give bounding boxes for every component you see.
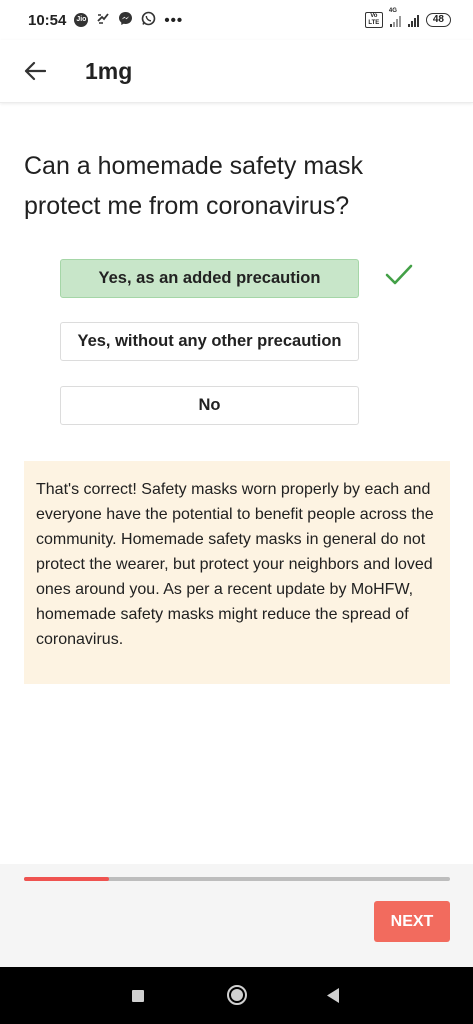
check-icon (385, 264, 413, 285)
option-label: No (198, 396, 221, 414)
data-saver-icon (96, 11, 110, 29)
messenger-icon (118, 11, 133, 30)
battery-icon: 48 (425, 13, 451, 27)
option-label: Yes, as an added precaution (98, 269, 321, 287)
jio-icon: Jio (74, 13, 89, 27)
next-button[interactable]: NEXT (374, 901, 450, 942)
status-bar: 10:54 Jio ••• Vo LTE 4G 48 (0, 0, 473, 40)
whatsapp-icon (141, 11, 156, 30)
question-text: Can a homemade safety mask protect me fr… (24, 152, 364, 220)
option-yes-without-precaution[interactable]: Yes, without any other precaution (60, 322, 359, 361)
wifi-signal-icon (407, 13, 419, 27)
status-time: 10:54 (28, 11, 67, 29)
back-nav-button[interactable] (325, 987, 341, 1009)
option-label: Yes, without any other precaution (77, 332, 342, 350)
back-arrow-icon (24, 61, 46, 81)
volte-icon: Vo LTE (364, 12, 383, 28)
quiz-footer: NEXT (0, 864, 473, 967)
back-button[interactable] (20, 56, 50, 86)
recent-apps-button[interactable] (131, 989, 145, 1008)
option-yes-added-precaution[interactable]: Yes, as an added precaution (60, 259, 359, 298)
circle-icon (227, 985, 247, 1005)
app-title: 1mg (85, 57, 133, 84)
answer-feedback: That's correct! Safety masks worn proper… (24, 461, 450, 684)
progress-bar (24, 877, 450, 881)
progress-bar-fill (24, 877, 110, 881)
network-type-label: 4G (388, 8, 397, 14)
system-nav-bar (0, 967, 473, 1024)
network-signal-icon: 4G (389, 8, 401, 27)
option-no[interactable]: No (60, 386, 359, 425)
feedback-text: That's correct! Safety masks worn proper… (36, 481, 434, 648)
home-button[interactable] (226, 984, 248, 1011)
more-dots-icon: ••• (164, 11, 184, 29)
triangle-back-icon (327, 988, 339, 1003)
square-icon (132, 990, 144, 1002)
app-bar: 1mg (0, 40, 473, 103)
